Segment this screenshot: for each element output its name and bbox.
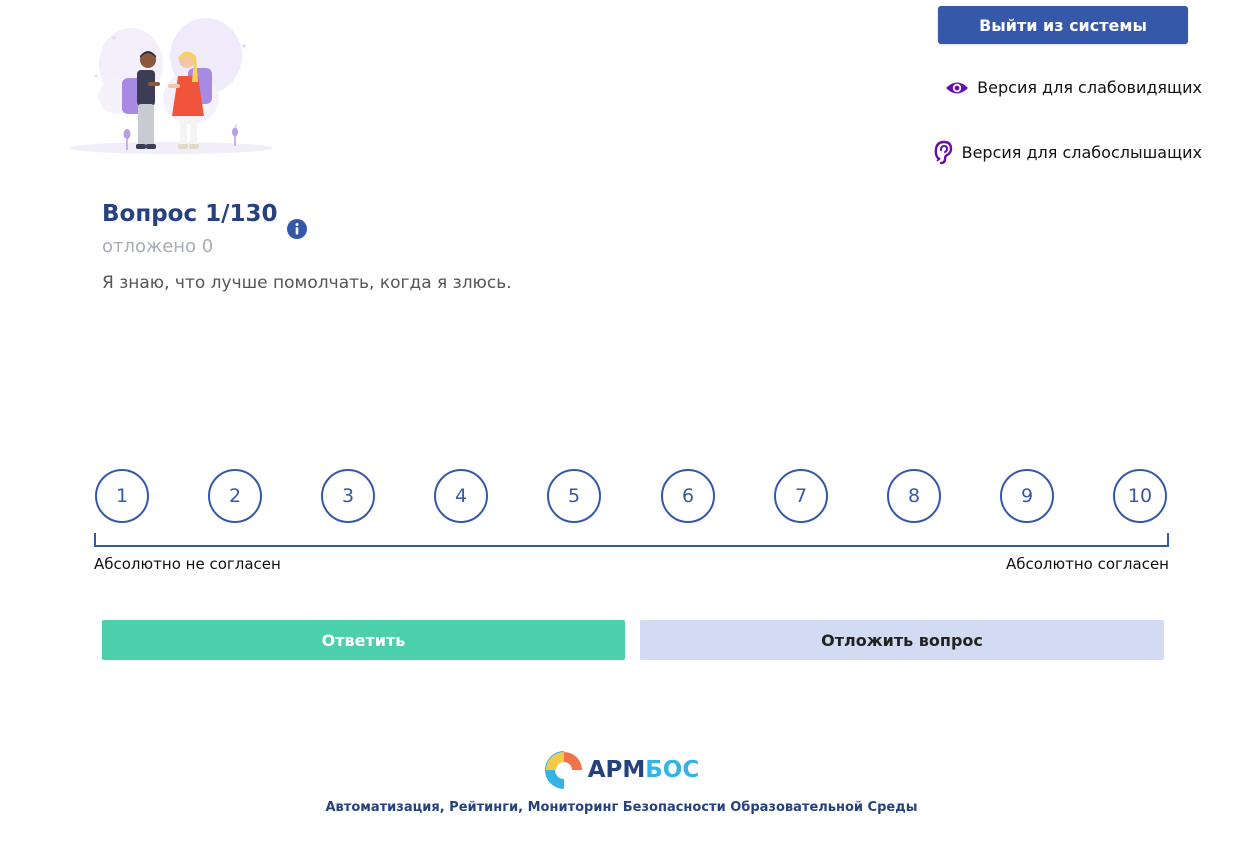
eye-icon [945, 80, 969, 96]
question-text: Я знаю, что лучше помолчать, когда я злю… [102, 273, 512, 293]
hearing-impaired-version-label: Версия для слабослышащих [961, 142, 1202, 162]
postponed-count: отложено 0 [102, 236, 214, 257]
hearing-impaired-version-link[interactable]: Версия для слабослышащих [934, 139, 1202, 165]
scale-option-7[interactable]: 7 [774, 469, 828, 523]
scale-max-label: Абсолютно согласен [1005, 555, 1169, 573]
armbos-logo: АРМБОС [0, 750, 1243, 790]
low-vision-version-label: Версия для слабовидящих [977, 78, 1202, 97]
scale-option-6[interactable]: 6 [661, 469, 715, 523]
scale-option-2[interactable]: 2 [208, 469, 262, 523]
logout-button[interactable]: Выйти из системы [938, 6, 1188, 44]
footer-tagline: Автоматизация, Рейтинги, Мониторинг Безо… [325, 800, 918, 815]
scale-option-5[interactable]: 5 [547, 469, 601, 523]
scale-option-4[interactable]: 4 [434, 469, 488, 523]
scale-option-1[interactable]: 1 [95, 469, 149, 523]
scale-option-9[interactable]: 9 [1000, 469, 1054, 523]
scale-bracket-line [94, 533, 1169, 547]
answer-button[interactable]: Ответить [102, 620, 625, 660]
armbos-logo-text: АРМБОС [588, 757, 700, 783]
low-vision-version-link[interactable]: Версия для слабовидящих [945, 78, 1202, 97]
ear-icon [934, 139, 954, 165]
logo-text-bos: БОС [645, 757, 700, 783]
armbos-logo-mark [544, 751, 583, 789]
scale-option-3[interactable]: 3 [321, 469, 375, 523]
scale-option-10[interactable]: 10 [1113, 469, 1167, 523]
scale-option-8[interactable]: 8 [887, 469, 941, 523]
logo-text-arm: АРМ [587, 757, 646, 783]
scale-min-label: Абсолютно не согласен [94, 555, 281, 573]
postpone-question-button[interactable]: Отложить вопрос [640, 620, 1164, 660]
info-icon[interactable] [287, 219, 307, 239]
children-illustration [69, 18, 273, 154]
question-title: Вопрос 1/130 [102, 201, 278, 227]
